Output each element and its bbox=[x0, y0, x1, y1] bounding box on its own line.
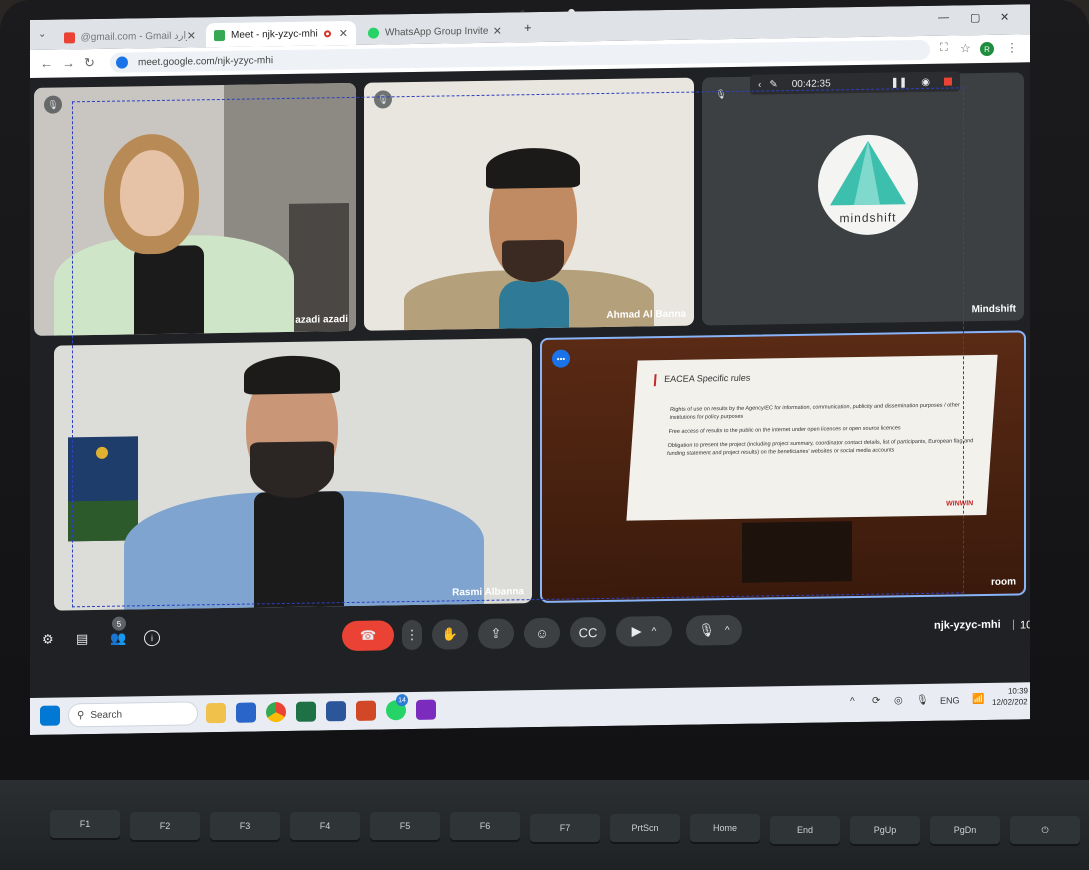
camera-icon: ▶ bbox=[631, 623, 642, 639]
chevron-up-icon[interactable]: ^ bbox=[652, 626, 657, 637]
minimize-button[interactable]: — bbox=[938, 12, 949, 24]
people-count-badge: 5 bbox=[112, 616, 126, 631]
file-explorer-icon[interactable] bbox=[206, 702, 226, 724]
sync-icon[interactable]: ⟳ bbox=[872, 696, 880, 707]
search-placeholder: Search bbox=[90, 709, 123, 721]
participant-name: Mindshift bbox=[971, 303, 1016, 316]
excel-icon[interactable] bbox=[296, 701, 316, 722]
screen-capture-region bbox=[72, 87, 964, 608]
leave-call-button[interactable]: ☎ bbox=[342, 620, 394, 652]
wifi-icon[interactable]: 📶 bbox=[972, 694, 984, 705]
site-info-icon[interactable] bbox=[116, 56, 128, 69]
stop-icon[interactable] bbox=[944, 77, 952, 86]
close-icon[interactable]: ✕ bbox=[493, 24, 502, 37]
tray-chevron-icon[interactable]: ^ bbox=[850, 696, 855, 707]
tab-label: @gmail.com - Gmail البريد الوارد bbox=[80, 30, 187, 43]
recording-dot-icon bbox=[323, 29, 331, 37]
key-pgup: PgUp bbox=[850, 816, 920, 844]
chat-icon[interactable]: ▤ bbox=[76, 631, 88, 647]
meeting-code: njk-yzyc-mhi bbox=[934, 618, 1001, 632]
microphone-button[interactable]: 🎙 ^ bbox=[686, 614, 742, 646]
key-f6: F6 bbox=[450, 812, 520, 840]
taskbar-clock[interactable]: 10:39 12/02/2025 bbox=[992, 685, 1028, 708]
key-f7: F7 bbox=[530, 814, 600, 842]
present-screen-button[interactable]: ⇪ bbox=[478, 618, 514, 649]
whatsapp-icon bbox=[368, 27, 379, 39]
key-f4: F4 bbox=[290, 812, 360, 840]
maximize-button[interactable]: ▢ bbox=[970, 11, 980, 24]
record-icon[interactable]: ◉ bbox=[921, 76, 930, 87]
new-tab-button[interactable]: + bbox=[524, 20, 532, 35]
close-icon[interactable]: ✕ bbox=[187, 29, 196, 42]
search-icon: ⚲ bbox=[77, 709, 85, 721]
people-icon[interactable]: 👥 bbox=[110, 630, 126, 646]
key-pgdn: PgDn bbox=[930, 816, 1000, 844]
powerpoint-icon[interactable] bbox=[356, 700, 376, 721]
key-f3: F3 bbox=[210, 812, 280, 840]
laptop-keyboard: F1 F2 F3 F4 F5 F6 F7 PrtScn Home End PgU… bbox=[0, 780, 1089, 870]
taskbar-search[interactable]: ⚲ Search bbox=[68, 701, 198, 728]
whatsapp-badge: 14 bbox=[396, 694, 408, 707]
key-home: Home bbox=[690, 814, 760, 842]
tab-label: Meet - njk-yzyc-mhi bbox=[231, 27, 318, 41]
raise-hand-button[interactable]: ✋ bbox=[432, 619, 468, 650]
mic-tray-icon[interactable]: 🎙 bbox=[916, 695, 929, 706]
menu-kebab-icon[interactable]: ⋮ bbox=[1006, 40, 1018, 54]
more-options-button[interactable]: ⋮ bbox=[402, 619, 422, 651]
clock-date: 12/02/2025 bbox=[992, 697, 1028, 707]
copilot-icon[interactable]: ◎ bbox=[894, 695, 903, 706]
windows-start-icon[interactable] bbox=[40, 705, 60, 726]
key-f2: F2 bbox=[130, 812, 200, 840]
meet-controls: ⚙ ▤ 👥 5 i ☎ ⋮ ✋ ⇪ ☺ CC ▶ ^ 🎙 ^ njk-yzyc-mh… bbox=[30, 602, 1030, 663]
key-prtscn: PrtScn bbox=[610, 814, 680, 842]
emoji-button[interactable]: ☺ bbox=[524, 617, 560, 649]
key-end: End bbox=[770, 816, 840, 844]
participant-name: room bbox=[991, 576, 1016, 588]
reload-icon[interactable]: ↻ bbox=[84, 55, 95, 71]
app-icon[interactable] bbox=[416, 699, 436, 720]
laptop-screen: ⌄ @gmail.com - Gmail البريد الوارد ✕ Mee… bbox=[30, 4, 1030, 735]
divider: | bbox=[1012, 618, 1015, 631]
meeting-clock: 10:39 bbox=[1020, 619, 1030, 632]
tab-meet[interactable]: Meet - njk-yzyc-mhi ✕ bbox=[206, 20, 356, 48]
camera-button[interactable]: ▶ ^ bbox=[616, 615, 672, 647]
window-close-button[interactable]: ✕ bbox=[1000, 11, 1009, 24]
phone-hangup-icon: ☎ bbox=[359, 627, 377, 643]
word-icon[interactable] bbox=[326, 701, 346, 722]
back-icon[interactable]: ← bbox=[40, 56, 53, 71]
key-f1: F1 bbox=[50, 810, 120, 838]
key-power: ⏻ bbox=[1010, 816, 1080, 844]
meet-stage: 🎙 azadi azadi 🎙 Ahmad Al Banna mindshift… bbox=[30, 62, 1030, 663]
chrome-icon[interactable] bbox=[266, 701, 286, 723]
chevron-left-icon[interactable]: ‹ bbox=[758, 79, 761, 90]
key-f5: F5 bbox=[370, 812, 440, 840]
tab-whatsapp[interactable]: WhatsApp Group Invite ✕ bbox=[360, 18, 510, 44]
recording-timer: 00:42:35 bbox=[791, 77, 831, 90]
tab-search-icon[interactable]: ⌄ bbox=[38, 29, 46, 40]
mic-off-icon: 🎙 bbox=[44, 95, 62, 114]
pen-icon[interactable]: ✎ bbox=[769, 79, 777, 90]
profile-avatar[interactable]: R bbox=[980, 41, 994, 57]
captions-button[interactable]: CC bbox=[570, 616, 606, 648]
forward-icon[interactable]: → bbox=[62, 55, 75, 70]
chevron-up-icon[interactable]: ^ bbox=[725, 625, 730, 636]
tab-gmail[interactable]: @gmail.com - Gmail البريد الوارد ✕ bbox=[56, 23, 204, 49]
translate-icon[interactable]: ⛶ bbox=[940, 42, 948, 55]
gmail-icon bbox=[64, 31, 75, 43]
language-indicator[interactable]: ENG bbox=[940, 695, 960, 705]
power-icon: ⏻ bbox=[1041, 824, 1049, 835]
url-text: meet.google.com/njk-yzyc-mhi bbox=[138, 54, 274, 68]
meeting-time: ص 10:39 bbox=[1020, 618, 1030, 632]
activities-icon[interactable]: ⚙ bbox=[42, 632, 54, 648]
tab-label: WhatsApp Group Invite bbox=[385, 25, 489, 38]
close-icon[interactable]: ✕ bbox=[339, 27, 348, 40]
store-icon[interactable] bbox=[236, 702, 256, 723]
clock-time: 10:39 bbox=[1007, 686, 1028, 696]
meet-icon bbox=[214, 29, 225, 41]
mic-icon: 🎙 bbox=[698, 622, 715, 638]
bookmark-star-icon[interactable]: ☆ bbox=[960, 41, 971, 55]
pause-icon[interactable]: ❚❚ bbox=[891, 77, 908, 88]
info-icon[interactable]: i bbox=[144, 629, 160, 647]
